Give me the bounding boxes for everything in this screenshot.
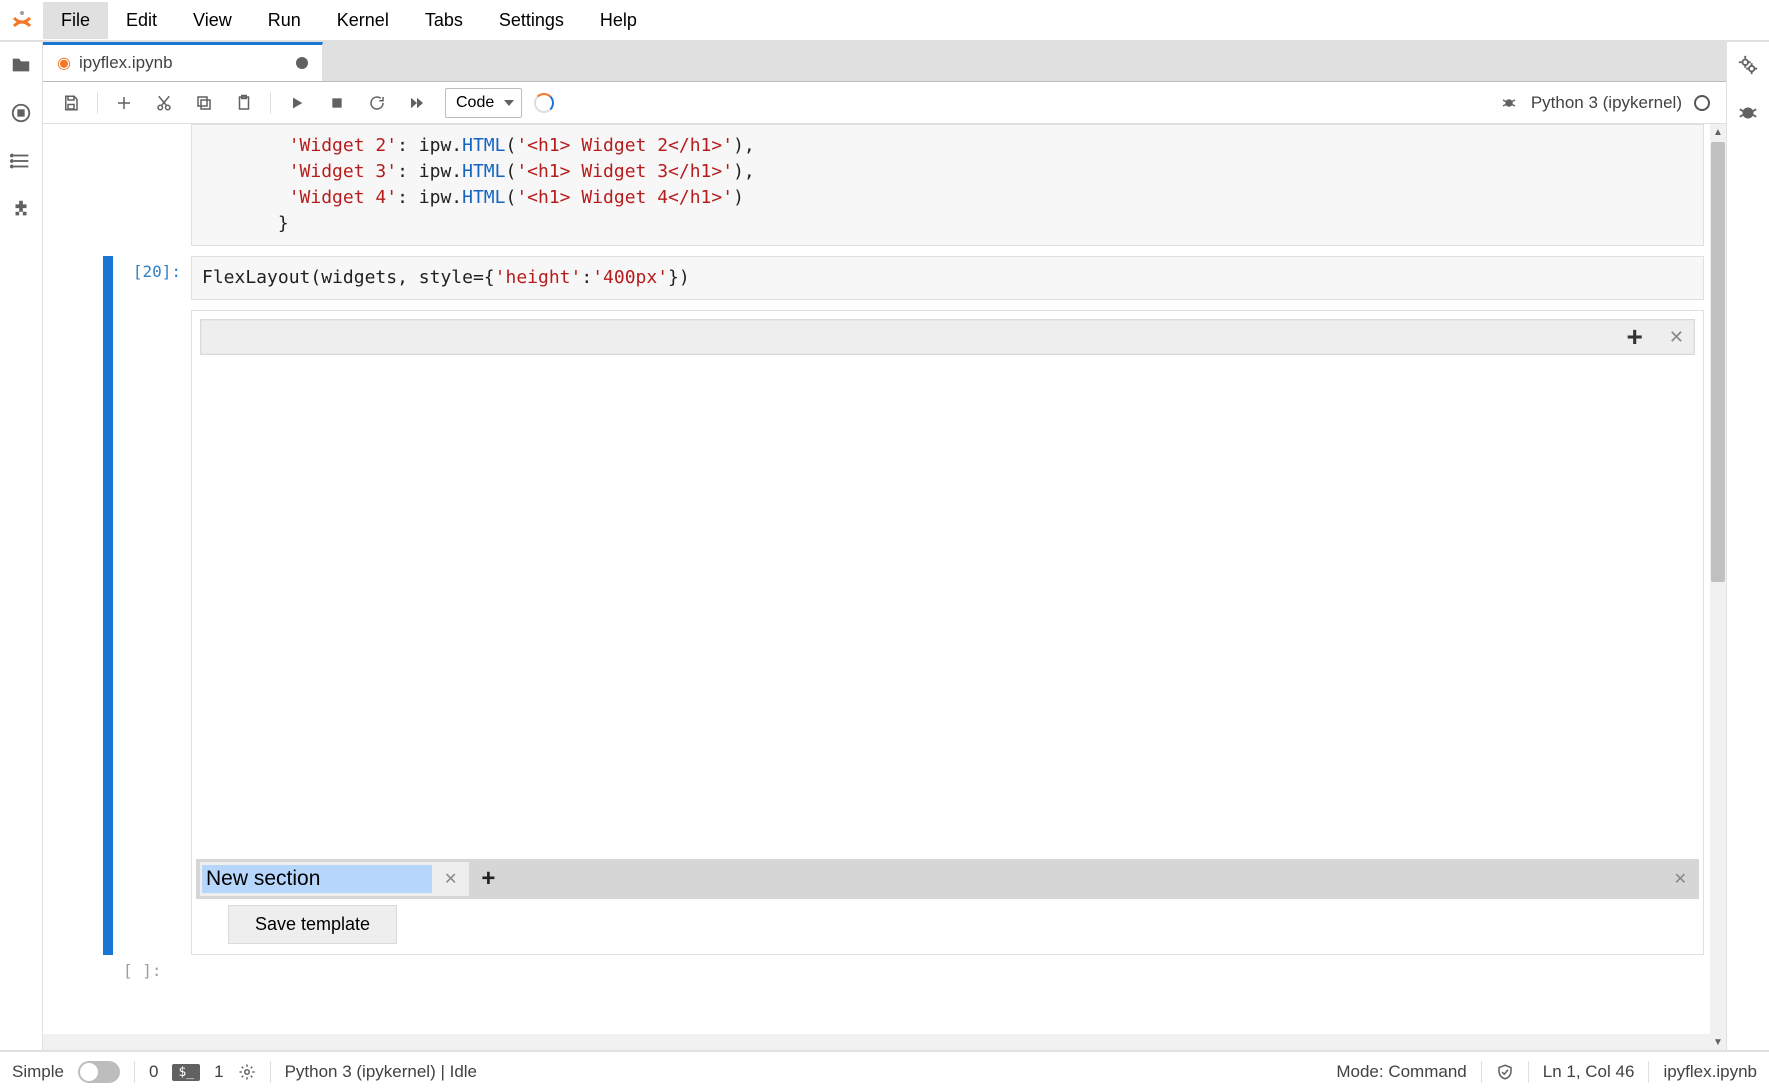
menu-bar: FileEditViewRunKernelTabsSettingsHelp — [0, 0, 1769, 42]
tab-label: ipyflex.ipynb — [79, 53, 173, 73]
flexlayout-header: + ✕ — [200, 319, 1695, 355]
notebook-icon: ◉ — [57, 53, 71, 73]
flex-close-button[interactable]: ✕ — [1669, 327, 1684, 348]
tab-ipyflex[interactable]: ◉ ipyflex.ipynb — [43, 42, 323, 81]
restart-button[interactable] — [359, 87, 395, 119]
code-cell-20: [20]: FlexLayout(widgets, style={'height… — [103, 256, 1704, 300]
property-inspector-icon[interactable] — [1737, 54, 1759, 76]
simple-toggle[interactable] — [78, 1061, 120, 1083]
menu-settings[interactable]: Settings — [481, 2, 582, 39]
scroll-thumb[interactable] — [1711, 142, 1725, 582]
menu-edit[interactable]: Edit — [108, 2, 175, 39]
footer-close-icon[interactable]: ✕ — [1666, 869, 1695, 889]
section-tab[interactable]: ✕ — [200, 862, 469, 896]
mode-text[interactable]: Mode: Command — [1336, 1062, 1466, 1082]
cut-button[interactable] — [146, 87, 182, 119]
save-template-button[interactable]: Save template — [228, 905, 397, 944]
menu-view[interactable]: View — [175, 2, 250, 39]
scroll-up-icon[interactable]: ▲ — [1710, 124, 1726, 140]
debugger-sidebar-icon[interactable] — [1737, 102, 1759, 124]
menu-file[interactable]: File — [43, 2, 108, 39]
run-button[interactable] — [279, 87, 315, 119]
interrupt-button[interactable] — [319, 87, 355, 119]
menu-help[interactable]: Help — [582, 2, 655, 39]
terminal-badge[interactable]: $_ — [172, 1064, 200, 1081]
menu-run[interactable]: Run — [250, 2, 319, 39]
notebook-content[interactable]: 'Widget 2': ipw.HTML('<h1> Widget 2</h1>… — [43, 124, 1726, 1050]
code-cell-prev: 'Widget 2': ipw.HTML('<h1> Widget 2</h1>… — [103, 124, 1704, 246]
cell-prompt — [115, 124, 191, 246]
scroll-down-icon[interactable]: ▼ — [1710, 1034, 1726, 1050]
status-bar: Simple 0 $_ 1 Python 3 (ipykernel) | Idl… — [0, 1050, 1769, 1092]
cell-type-select[interactable]: Code — [445, 88, 522, 118]
tab-dirty-indicator — [296, 57, 308, 69]
simple-label: Simple — [12, 1062, 64, 1082]
left-sidebar — [0, 42, 43, 1050]
scrollbar-horizontal[interactable] — [43, 1034, 1710, 1050]
kernel-status-text[interactable]: Python 3 (ipykernel) | Idle — [285, 1062, 477, 1082]
section-name-input[interactable] — [202, 865, 432, 893]
folder-icon[interactable] — [10, 54, 32, 76]
flex-add-button[interactable]: + — [1627, 321, 1643, 353]
notebook-toolbar: Code Python 3 (ipykernel) — [43, 82, 1726, 124]
scrollbar-vertical[interactable]: ▲ ▼ — [1710, 124, 1726, 1050]
file-path[interactable]: ipyflex.ipynb — [1663, 1062, 1757, 1082]
code-input[interactable]: 'Widget 2': ipw.HTML('<h1> Widget 2</h1>… — [191, 124, 1704, 246]
flexlayout-footer: ✕ + ✕ — [196, 859, 1699, 899]
copy-button[interactable] — [186, 87, 222, 119]
menu-tabs[interactable]: Tabs — [407, 2, 481, 39]
footer-add-section-button[interactable]: + — [473, 865, 503, 893]
cell-output-area: + ✕ ✕ + ✕ Save template — [103, 300, 1704, 955]
toc-icon[interactable] — [10, 150, 32, 172]
kernel-status-icon[interactable] — [1694, 95, 1710, 111]
lsp-icon[interactable] — [238, 1063, 256, 1081]
extensions-icon[interactable] — [10, 198, 32, 220]
section-close-icon[interactable]: ✕ — [438, 869, 463, 889]
kernel-name[interactable]: Python 3 (ipykernel) — [1531, 93, 1682, 113]
paste-button[interactable] — [226, 87, 262, 119]
debugger-icon[interactable] — [1491, 87, 1527, 119]
right-sidebar — [1726, 42, 1769, 1050]
tab-bar: ◉ ipyflex.ipynb — [43, 42, 1726, 82]
error-count[interactable]: 0 — [149, 1062, 158, 1082]
menu-kernel[interactable]: Kernel — [319, 2, 407, 39]
flexlayout-canvas[interactable] — [196, 359, 1699, 859]
trusted-icon[interactable] — [1496, 1063, 1514, 1081]
flexlayout-widget: + ✕ ✕ + ✕ Save template — [191, 310, 1704, 955]
cursor-position[interactable]: Ln 1, Col 46 — [1543, 1062, 1635, 1082]
empty-cell-prompt: [ ]: — [103, 955, 1710, 980]
terminal-count: 1 — [214, 1062, 223, 1082]
jupyter-logo[interactable] — [0, 0, 43, 41]
insert-cell-button[interactable] — [106, 87, 142, 119]
kernel-busy-spinner — [534, 93, 554, 113]
cell-prompt: [20]: — [115, 256, 191, 300]
code-input[interactable]: FlexLayout(widgets, style={'height':'400… — [191, 256, 1704, 300]
running-icon[interactable] — [10, 102, 32, 124]
restart-run-all-button[interactable] — [399, 87, 435, 119]
save-button[interactable] — [53, 87, 89, 119]
main-area: ◉ ipyflex.ipynb Code Python 3 (ipykernel… — [43, 42, 1726, 1050]
